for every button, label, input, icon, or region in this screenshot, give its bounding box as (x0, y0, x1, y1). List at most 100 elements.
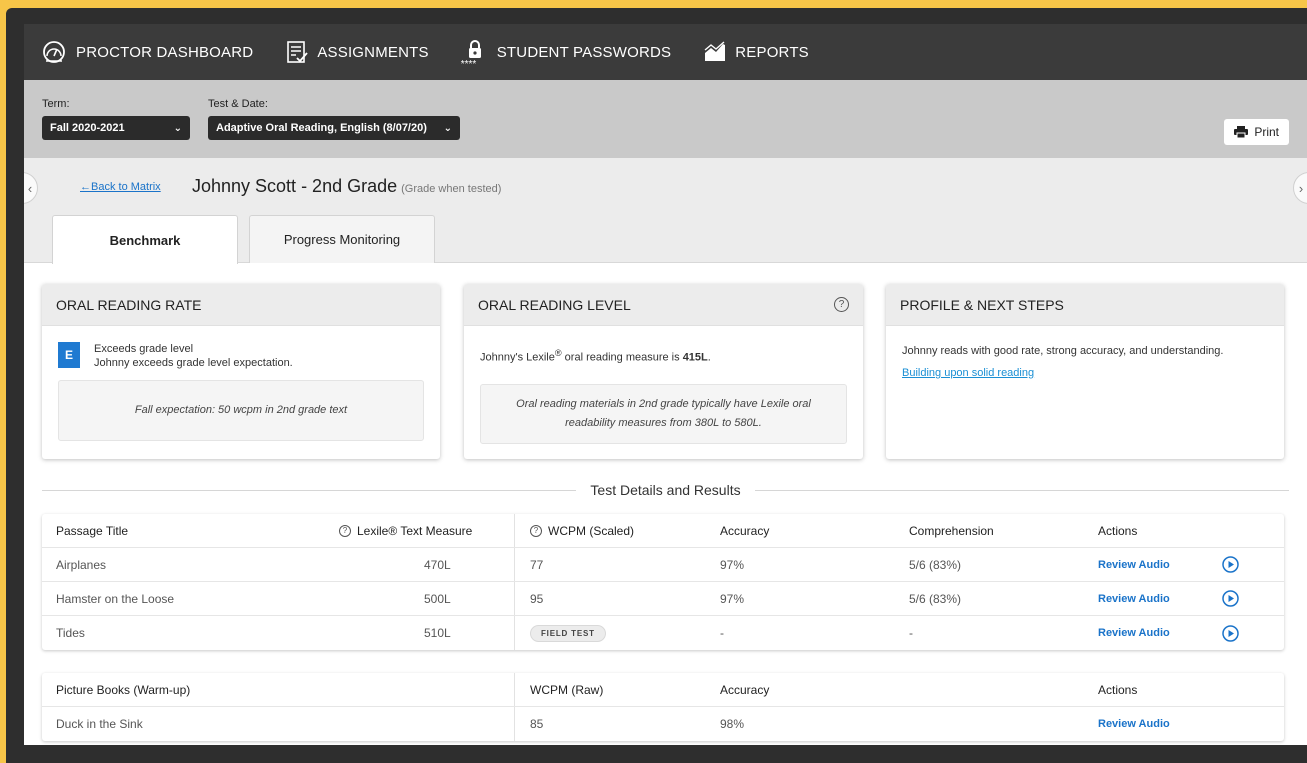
comprehension-value: 5/6 (83%) (909, 591, 962, 606)
table-header-row: Picture Books (Warm-up) WCPM (Raw) Accur… (42, 673, 1284, 707)
lexile-measure-value: 415L (682, 351, 708, 364)
term-filter: Term: Fall 2020-2021 ⌄ (42, 98, 190, 140)
lexile-value: 510L (424, 626, 451, 640)
play-icon[interactable] (1222, 624, 1239, 642)
table-row: Tides 510L FIELD TEST - - Review Audio (42, 616, 1284, 650)
student-header: ‹ › ←Back to Matrix Johnny Scott - 2nd G… (24, 158, 1307, 264)
card-title: PROFILE & NEXT STEPS (900, 296, 1064, 313)
header-lexile: ? Lexile® Text Measure (339, 514, 472, 547)
chevron-down-icon: ⌄ (443, 122, 452, 134)
review-audio-link[interactable]: Review Audio (1098, 718, 1170, 730)
lexile-text-end: . (707, 351, 711, 364)
nav-student-passwords[interactable]: **** STUDENT PASSWORDS (461, 38, 672, 70)
test-filter: Test & Date: Adaptive Oral Reading, Engl… (208, 98, 460, 140)
student-title: Johnny Scott - 2nd Grade (Grade when test… (192, 176, 501, 197)
help-icon[interactable]: ? (834, 297, 849, 312)
wcpm-value: 85 (530, 717, 544, 731)
profile-next-steps-card: PROFILE & NEXT STEPS Johnny reads with g… (886, 284, 1284, 459)
divider-line (42, 489, 577, 491)
print-label: Print (1254, 125, 1279, 139)
wcpm-value: 77 (530, 557, 544, 572)
lexile-value: 500L (424, 591, 451, 606)
password-stars: **** (460, 59, 477, 70)
help-icon[interactable]: ? (339, 524, 351, 537)
passage-title: Tides (56, 626, 85, 640)
header-picture-books: Picture Books (Warm-up) (56, 682, 191, 697)
nav-reports[interactable]: REPORTS (703, 41, 809, 63)
back-to-matrix-link[interactable]: ←Back to Matrix (80, 181, 161, 193)
building-upon-solid-reading-link[interactable]: Building upon solid reading (902, 367, 1034, 379)
next-student-button[interactable]: › (1293, 172, 1307, 204)
play-icon[interactable] (1222, 590, 1239, 607)
chevron-down-icon: ⌄ (173, 122, 182, 134)
screen-frame: PROCTOR DASHBOARD ASSIGNMENTS **** STUDE… (6, 8, 1307, 763)
exceeds-badge: E (58, 342, 80, 368)
accuracy-value: 97% (720, 557, 745, 572)
header-actions: Actions (1098, 682, 1138, 697)
lexile-range-note: Oral reading materials in 2nd grade typi… (480, 383, 847, 444)
tab-benchmark[interactable]: Benchmark (52, 215, 238, 264)
header-wcpm: ? WCPM (Scaled) (530, 514, 634, 547)
top-nav: PROCTOR DASHBOARD ASSIGNMENTS **** STUDE… (24, 24, 1307, 80)
comprehension-value: - (909, 626, 913, 640)
accuracy-value: - (720, 626, 724, 640)
review-audio-link[interactable]: Review Audio (1098, 593, 1170, 605)
previous-student-button[interactable]: ‹ (24, 172, 38, 204)
accuracy-value: 98% (720, 717, 745, 731)
app-window: PROCTOR DASHBOARD ASSIGNMENTS **** STUDE… (24, 24, 1307, 745)
lock-icon: **** (461, 38, 489, 70)
play-icon[interactable] (1222, 556, 1239, 573)
tab-benchmark-label: Benchmark (109, 232, 181, 248)
nav-student-passwords-label: STUDENT PASSWORDS (496, 43, 672, 61)
nav-proctor-dashboard[interactable]: PROCTOR DASHBOARD (40, 40, 253, 64)
table-row: Airplanes 470L 77 97% 5/6 (83%) Review A… (42, 548, 1284, 582)
table-row: Duck in the Sink 85 98% Review Audio (42, 707, 1284, 741)
header-comprehension: Comprehension (909, 523, 994, 538)
lexile-measure-text: Johnny's Lexile® oral reading measure is… (480, 348, 847, 364)
warmup-table: Picture Books (Warm-up) WCPM (Raw) Accur… (42, 673, 1284, 741)
nav-assignments-label: ASSIGNMENTS (317, 43, 429, 61)
header-actions: Actions (1098, 523, 1138, 538)
review-audio-link[interactable]: Review Audio (1098, 627, 1170, 639)
card-header: ORAL READING RATE (42, 284, 440, 326)
header-accuracy: Accuracy (720, 682, 770, 697)
comprehension-value: 5/6 (83%) (909, 557, 962, 572)
header-passage: Passage Title (56, 523, 129, 538)
registered-mark: ® (554, 348, 562, 358)
help-icon[interactable]: ? (530, 524, 542, 537)
print-button[interactable]: Print (1224, 119, 1289, 145)
test-select[interactable]: Adaptive Oral Reading, English (8/07/20)… (208, 116, 460, 140)
term-value: Fall 2020-2021 (50, 122, 125, 134)
tab-progress-monitoring[interactable]: Progress Monitoring (249, 215, 435, 263)
header-wcpm-label: WCPM (Scaled) (548, 523, 635, 538)
card-title: ORAL READING LEVEL (478, 296, 631, 313)
lexile-value: 470L (424, 557, 451, 572)
oral-reading-rate-card: ORAL READING RATE E Exceeds grade level … (42, 284, 440, 459)
chevron-right-icon: › (1298, 180, 1304, 196)
review-audio-link[interactable]: Review Audio (1098, 559, 1170, 571)
test-value: Adaptive Oral Reading, English (8/07/20) (216, 122, 427, 134)
gauge-icon (43, 41, 65, 63)
term-label: Term: (42, 98, 70, 110)
field-test-badge: FIELD TEST (530, 624, 606, 642)
rate-status: Exceeds grade level (94, 343, 194, 355)
section-title: Test Details and Results (590, 482, 741, 498)
results-table: Passage Title ? Lexile® Text Measure ? W… (42, 514, 1284, 650)
grade-note: (Grade when tested) (401, 183, 502, 195)
chevron-left-icon: ‹ (27, 180, 33, 196)
nav-assignments[interactable]: ASSIGNMENTS (285, 40, 429, 64)
oral-reading-level-card: ORAL READING LEVEL ? Johnny's Lexile® or… (464, 284, 863, 459)
wcpm-value: 95 (530, 591, 544, 606)
student-name: Johnny Scott - 2nd Grade (192, 176, 398, 196)
term-select[interactable]: Fall 2020-2021 ⌄ (42, 116, 190, 140)
chart-icon (704, 41, 726, 61)
nav-proctor-dashboard-label: PROCTOR DASHBOARD (76, 43, 254, 61)
lexile-text-mid: oral reading measure is (561, 351, 683, 364)
nav-reports-label: REPORTS (735, 43, 809, 61)
card-title: ORAL READING RATE (56, 296, 202, 313)
accuracy-value: 97% (720, 591, 745, 606)
table-row: Hamster on the Loose 500L 95 97% 5/6 (83… (42, 582, 1284, 616)
header-accuracy: Accuracy (720, 523, 770, 538)
card-header: ORAL READING LEVEL ? (464, 284, 863, 326)
rate-expectation-note: Fall expectation: 50 wcpm in 2nd grade t… (58, 380, 424, 441)
